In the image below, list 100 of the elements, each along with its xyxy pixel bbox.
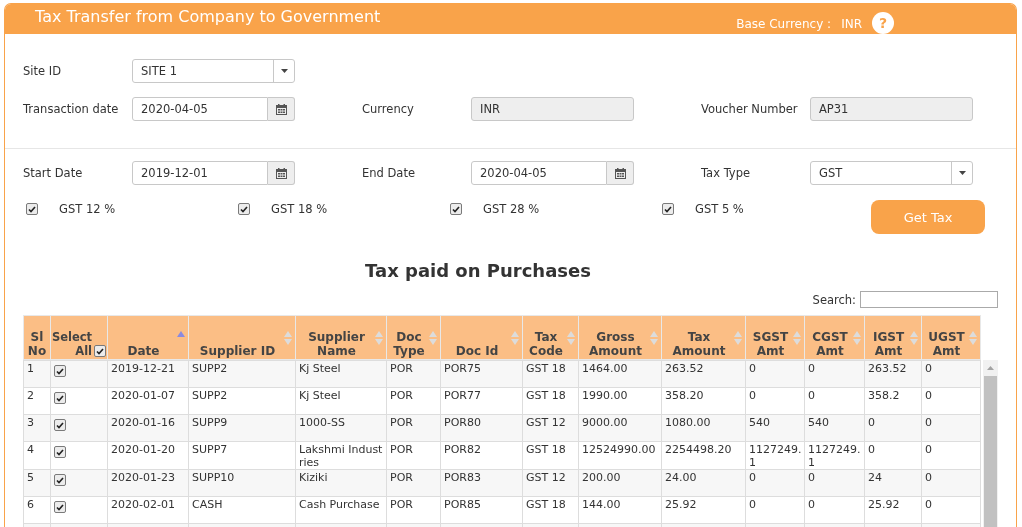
sort-icon[interactable] <box>429 330 437 345</box>
table-row[interactable]: 2 2020-01-07 SUPP2 Kj Steel POR POR77 GST 18 1990.00 358.20 0 0 358.2 0 <box>23 387 981 415</box>
sort-ascending-icon[interactable] <box>177 330 185 337</box>
date-field[interactable]: 2019-12-01 <box>132 161 268 185</box>
table-cell: POR <box>386 387 441 415</box>
table-cell: 2020-01-23 <box>107 469 189 497</box>
sort-icon[interactable] <box>793 330 801 345</box>
checkbox[interactable] <box>54 446 66 458</box>
column-header[interactable]: Tax Amount <box>661 315 746 360</box>
checkbox[interactable] <box>54 501 66 513</box>
table-cell: 0 <box>921 469 981 497</box>
scroll-up-icon[interactable] <box>987 366 994 370</box>
calendar-button[interactable] <box>268 161 295 185</box>
column-header[interactable]: Doc Id <box>440 315 523 360</box>
table-cell: 0 <box>745 469 805 497</box>
checkbox[interactable] <box>54 419 66 431</box>
table-cell: CASH <box>188 496 296 524</box>
calendar-button[interactable] <box>607 161 634 185</box>
table-cell: GST 12 <box>522 414 579 442</box>
caret-icon <box>958 171 966 175</box>
table-row[interactable]: 3 2020-01-16 SUPP9 1000-SS POR POR80 GST 12 9000.00 1080.00 540 540 0 0 <box>23 414 981 442</box>
table-cell: 12524990.00 <box>578 441 662 470</box>
column-header[interactable]: SGST Amt <box>745 315 805 360</box>
search-label: Search: <box>812 292 856 307</box>
sort-icon[interactable] <box>567 330 575 345</box>
sort-icon[interactable] <box>734 330 742 345</box>
sort-icon[interactable] <box>284 330 292 345</box>
table-cell: Kj Steel <box>295 360 387 388</box>
sort-icon[interactable] <box>969 330 977 345</box>
table-cell: 0 <box>864 441 922 470</box>
sort-icon[interactable] <box>511 330 519 345</box>
checkbox[interactable] <box>238 203 250 215</box>
table-cell: POR <box>386 414 441 442</box>
table-cell: 144.00 <box>578 496 662 524</box>
column-header[interactable]: Supplier Name <box>295 315 387 360</box>
checkbox[interactable] <box>450 203 462 215</box>
checkbox[interactable] <box>662 203 674 215</box>
column-header[interactable]: UGST Amt <box>921 315 981 360</box>
table-cell: 2019-12-21 <box>107 360 189 388</box>
column-header[interactable]: Gross Amount <box>578 315 662 360</box>
checkbox[interactable] <box>54 365 66 377</box>
table-cell: 25.92 <box>661 496 746 524</box>
checkbox[interactable] <box>26 203 38 215</box>
table-cell: 2020-01-16 <box>107 414 189 442</box>
date-field[interactable]: 2020-04-05 <box>471 161 607 185</box>
sort-icon[interactable] <box>853 330 861 345</box>
table-cell: 540 <box>745 414 805 442</box>
table-cell: POR85 <box>440 496 523 524</box>
column-header[interactable]: Date <box>107 315 189 360</box>
table-cell: 1127249.1 <box>804 441 865 470</box>
scrollbar[interactable] <box>983 360 998 527</box>
search-field[interactable] <box>860 291 998 308</box>
column-header: Select All <box>51 330 93 358</box>
checkbox[interactable] <box>54 392 66 404</box>
checkbox-label: GST 18 % <box>271 202 328 216</box>
column-header[interactable]: Tax Code <box>522 315 579 360</box>
table-cell: POR <box>386 441 441 470</box>
table-cell: 263.52 <box>864 360 922 388</box>
sort-icon[interactable] <box>910 330 918 345</box>
table-cell: SUPP10 <box>188 469 296 497</box>
table-row[interactable]: 1 2019-12-21 SUPP2 Kj Steel POR POR75 GST 18 1464.00 263.52 0 0 263.52 0 <box>23 360 981 388</box>
checkbox[interactable] <box>94 345 107 357</box>
table-cell: 0 <box>921 387 981 415</box>
calendar-button[interactable] <box>268 97 295 121</box>
table-row[interactable]: 4 2020-01-20 SUPP7 Lakshmi Industries POR POR82 GST 18 12524990.00 2254498.20 1127249.1 1127249.1 0 0 <box>23 441 981 470</box>
table-cell: 358.2 <box>864 387 922 415</box>
table-cell: GST 18 <box>522 496 579 524</box>
field-label: Currency <box>362 102 414 116</box>
table-cell: 1990.00 <box>578 387 662 415</box>
table-cell: GST 18 <box>522 360 579 388</box>
sort-icon[interactable] <box>375 330 383 345</box>
table-cell: GST 18 <box>522 441 579 470</box>
table-cell: 1080.00 <box>661 414 746 442</box>
table-cell: 540 <box>804 414 865 442</box>
scrollbar-thumb[interactable] <box>984 376 997 527</box>
table-cell: 2020-01-20 <box>107 441 189 470</box>
table-cell: 9000.00 <box>578 414 662 442</box>
dropdown-select[interactable]: SITE 1 <box>132 59 295 83</box>
table-cell: POR82 <box>440 441 523 470</box>
checkbox[interactable] <box>54 474 66 486</box>
column-header[interactable]: IGST Amt <box>864 315 922 360</box>
calendar-icon <box>614 167 626 179</box>
table-cell: 0 <box>745 360 805 388</box>
dropdown-select[interactable]: GST <box>810 161 973 185</box>
column-header[interactable]: CGST Amt <box>804 315 865 360</box>
table-cell: Lakshmi Industries <box>295 441 387 470</box>
column-header: Sl No <box>23 315 51 360</box>
table-cell: SUPP9 <box>188 414 296 442</box>
table-row[interactable]: 5 2020-01-23 SUPP10 Kiziki POR POR83 GST 12 200.00 24.00 0 0 24 0 <box>23 469 981 497</box>
date-field[interactable]: 2020-04-05 <box>132 97 268 121</box>
column-header[interactable]: Doc Type <box>386 315 441 360</box>
column-header[interactable]: Supplier ID <box>188 315 296 360</box>
table-cell: POR75 <box>440 360 523 388</box>
table-row[interactable]: 6 2020-02-01 CASH Cash Purchase POR POR85 GST 18 144.00 25.92 0 0 25.92 0 <box>23 496 981 524</box>
text-field: INR <box>471 97 634 121</box>
table-cell: POR <box>386 496 441 524</box>
page-title: Tax Transfer from Company to Government <box>35 7 381 27</box>
sort-icon[interactable] <box>650 330 658 345</box>
checkbox-label: GST 12 % <box>59 202 116 216</box>
checkbox-label: GST 28 % <box>483 202 540 216</box>
